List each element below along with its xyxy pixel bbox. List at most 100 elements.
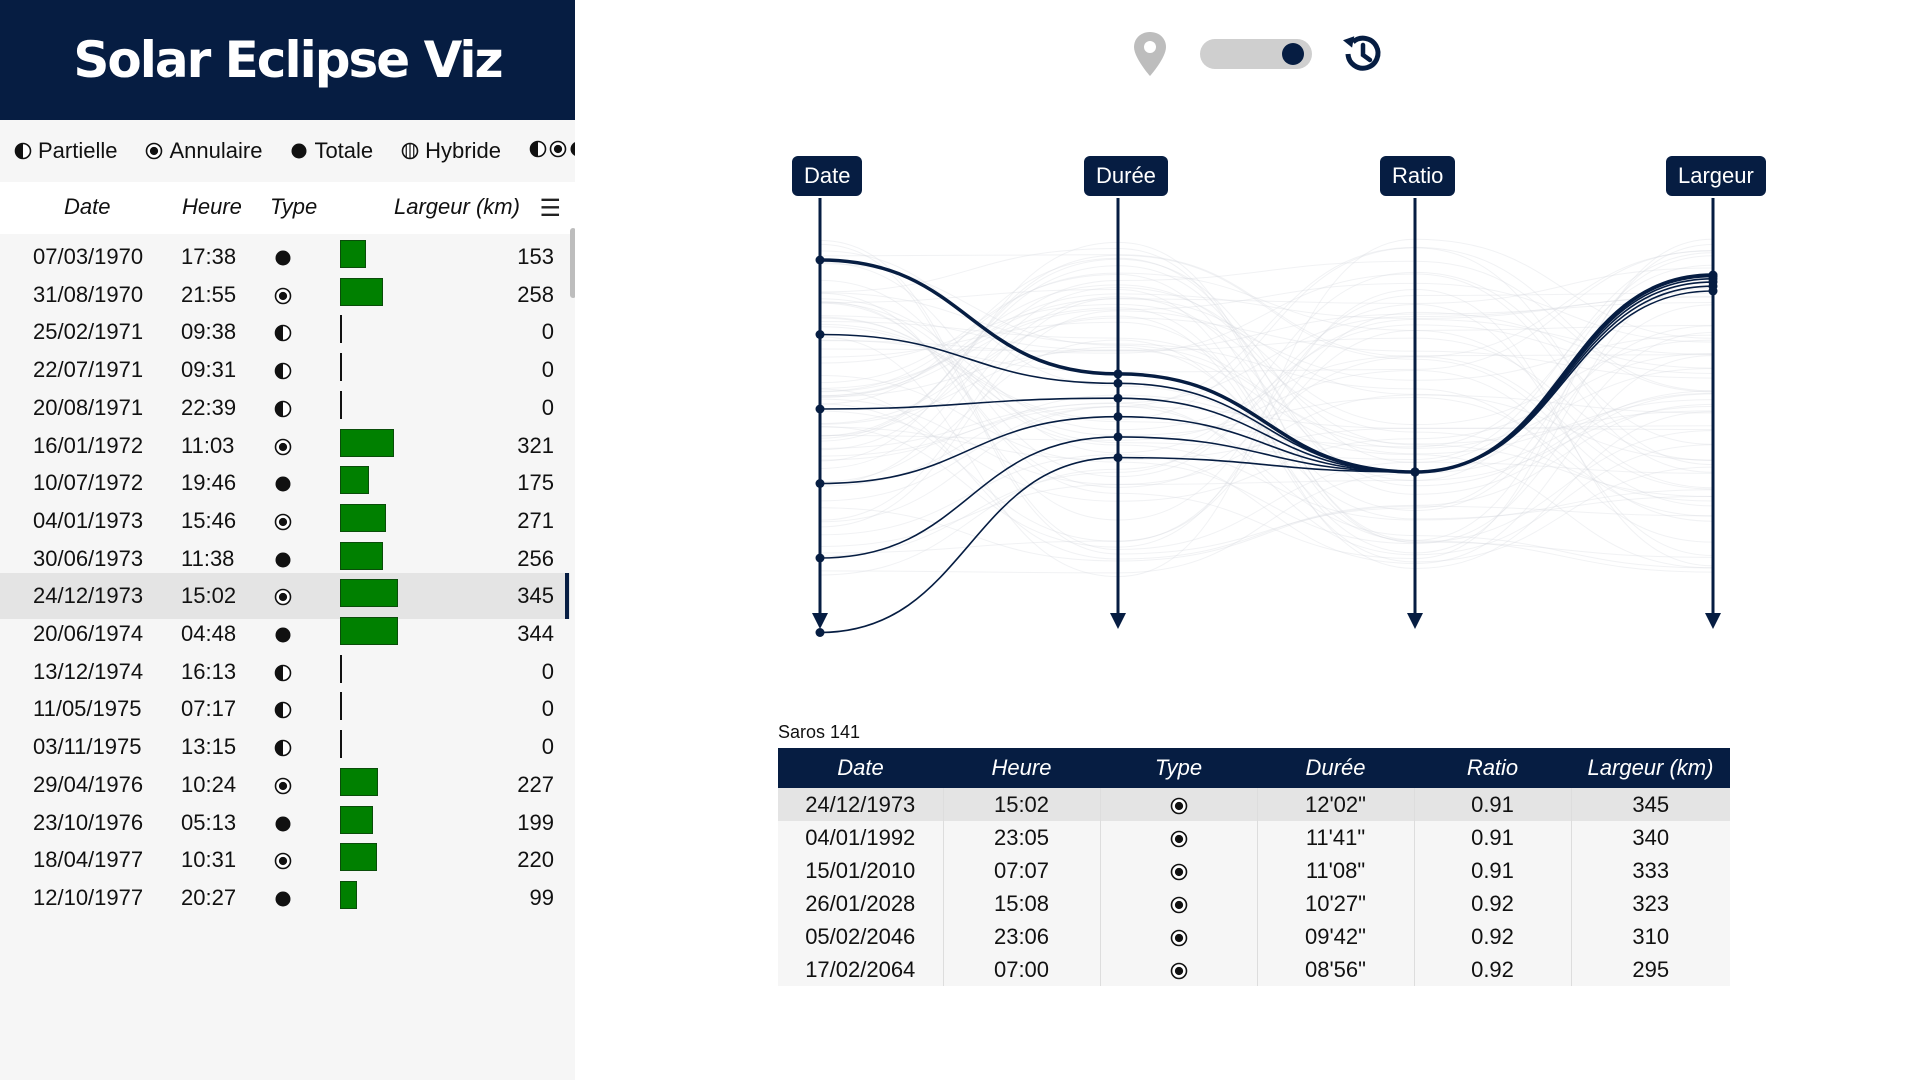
- saros-date: 04/01/1992: [778, 821, 943, 854]
- saros-row[interactable]: 15/01/2010 07:07 11'08" 0.91 333: [778, 854, 1730, 887]
- data-point: [816, 405, 825, 414]
- saros-row[interactable]: 24/12/1973 15:02 12'02" 0.91 345: [778, 788, 1730, 821]
- annular-eclipse-icon: [1170, 797, 1188, 815]
- saros-row[interactable]: 04/01/1992 23:05 11'41" 0.91 340: [778, 821, 1730, 854]
- column-header-width[interactable]: Largeur (km): [394, 194, 520, 220]
- history-icon[interactable]: [1338, 30, 1386, 78]
- eclipse-date: 22/07/1971: [33, 357, 143, 383]
- eclipse-time: 22:39: [181, 395, 236, 421]
- saros-table-body: 24/12/1973 15:02 12'02" 0.91 345 04/01/1992 2…: [778, 788, 1730, 986]
- saros-time: 23:06: [943, 920, 1100, 953]
- eclipse-row[interactable]: 12/10/1977 20:27 99: [0, 875, 570, 921]
- eclipse-time: 15:46: [181, 508, 236, 534]
- partial-eclipse-icon: [273, 399, 293, 419]
- parallel-coordinates-plot[interactable]: [760, 150, 1740, 690]
- data-point: [1114, 379, 1123, 388]
- data-point: [1114, 369, 1123, 378]
- hamburger-menu-icon[interactable]: ☰: [539, 194, 561, 223]
- saros-type: [1100, 887, 1257, 920]
- saros-width: 295: [1571, 953, 1730, 986]
- eclipse-time: 15:02: [181, 583, 236, 609]
- annular-eclipse-icon: [1170, 896, 1188, 914]
- width-bar: [340, 391, 342, 419]
- saros-col-type[interactable]: Type: [1100, 748, 1257, 788]
- saros-series-line[interactable]: [820, 282, 1713, 483]
- data-point: [1114, 453, 1123, 462]
- eclipse-time: 04:48: [181, 621, 236, 647]
- legend-label-annular: Annulaire: [169, 138, 262, 164]
- eclipse-width: 344: [517, 621, 554, 647]
- saros-col-time[interactable]: Heure: [943, 748, 1100, 788]
- eclipse-date: 24/12/1973: [33, 583, 143, 609]
- saros-row[interactable]: 26/01/2028 15:08 10'27" 0.92 323: [778, 887, 1730, 920]
- eclipse-width: 258: [517, 282, 554, 308]
- total-eclipse-icon: [290, 142, 308, 160]
- saros-series-line[interactable]: [820, 291, 1713, 633]
- total-eclipse-icon: [273, 474, 293, 494]
- saros-ratio: 0.91: [1414, 821, 1571, 854]
- eclipse-time: 09:38: [181, 319, 236, 345]
- eclipse-time: 21:55: [181, 282, 236, 308]
- legend-all-types-button[interactable]: [529, 138, 575, 164]
- data-point: [816, 256, 825, 265]
- saros-duration: 11'08": [1257, 854, 1414, 887]
- total-eclipse-icon: [273, 814, 293, 834]
- saros-row[interactable]: 17/02/2064 07:00 08'56" 0.92 295: [778, 953, 1730, 986]
- eclipse-time: 05:13: [181, 810, 236, 836]
- view-toggle-switch[interactable]: [1200, 39, 1312, 69]
- eclipse-date: 29/04/1976: [33, 772, 143, 798]
- saros-col-date[interactable]: Date: [778, 748, 943, 788]
- data-point: [816, 479, 825, 488]
- eclipse-time: 10:31: [181, 847, 236, 873]
- width-bar: [340, 542, 383, 570]
- partial-eclipse-icon: [273, 700, 293, 720]
- saros-col-duration[interactable]: Durée: [1257, 748, 1414, 788]
- column-header-date[interactable]: Date: [64, 194, 110, 220]
- annular-eclipse-icon: [1170, 929, 1188, 947]
- selected-row-marker: [565, 573, 569, 619]
- data-point: [1709, 287, 1718, 296]
- annular-eclipse-icon: [273, 851, 293, 871]
- column-header-time[interactable]: Heure: [182, 194, 242, 220]
- partial-eclipse-icon: [273, 663, 293, 683]
- eclipse-width: 0: [542, 659, 554, 685]
- saros-row[interactable]: 05/02/2046 23:06 09'42" 0.92 310: [778, 920, 1730, 953]
- eclipse-date: 20/06/1974: [33, 621, 143, 647]
- width-bar: [340, 466, 369, 494]
- eclipse-date: 04/01/1973: [33, 508, 143, 534]
- eclipse-date: 30/06/1973: [33, 546, 143, 572]
- legend-label-total: Totale: [314, 138, 373, 164]
- saros-ratio: 0.91: [1414, 854, 1571, 887]
- annular-eclipse-icon: [1170, 830, 1188, 848]
- legend-partial[interactable]: Partielle: [14, 138, 117, 164]
- saros-width: 310: [1571, 920, 1730, 953]
- data-point: [1114, 432, 1123, 441]
- total-eclipse-icon: [569, 138, 575, 164]
- saros-col-ratio[interactable]: Ratio: [1414, 748, 1571, 788]
- legend-label-hybrid: Hybride: [425, 138, 501, 164]
- legend-annular[interactable]: Annulaire: [145, 138, 262, 164]
- list-scrollbar[interactable]: [570, 228, 575, 298]
- width-bar: [340, 806, 373, 834]
- annular-eclipse-icon: [273, 512, 293, 532]
- saros-label: Saros 141: [778, 722, 860, 743]
- width-bar: [340, 768, 378, 796]
- legend-hybrid[interactable]: Hybride: [401, 138, 501, 164]
- column-header-type[interactable]: Type: [270, 194, 317, 220]
- partial-eclipse-icon: [273, 738, 293, 758]
- saros-ratio: 0.91: [1414, 788, 1571, 821]
- saros-width: 323: [1571, 887, 1730, 920]
- width-bar: [340, 655, 342, 683]
- eclipse-width: 0: [542, 696, 554, 722]
- width-bar: [340, 881, 357, 909]
- eclipse-width: 99: [530, 885, 554, 911]
- partial-eclipse-icon: [273, 361, 293, 381]
- location-pin-icon[interactable]: [1130, 30, 1170, 78]
- partial-eclipse-icon: [273, 323, 293, 343]
- width-bar: [340, 843, 377, 871]
- saros-date: 26/01/2028: [778, 887, 943, 920]
- legend-total[interactable]: Totale: [290, 138, 373, 164]
- saros-col-width[interactable]: Largeur (km): [1571, 748, 1730, 788]
- toggle-knob: [1282, 43, 1304, 65]
- total-eclipse-icon: [273, 889, 293, 909]
